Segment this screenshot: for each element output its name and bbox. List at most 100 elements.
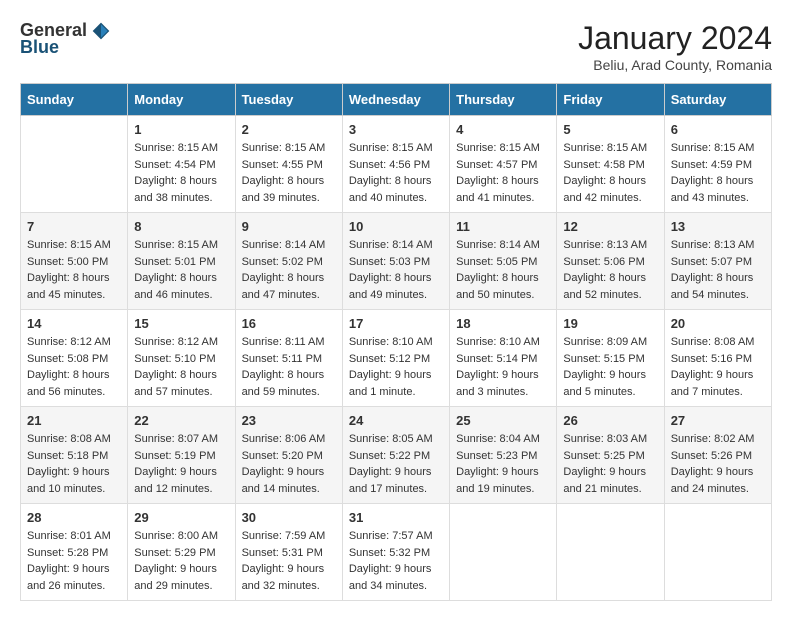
day-info: Sunrise: 8:15 AM Sunset: 4:55 PM Dayligh… (242, 140, 336, 206)
day-cell: 28Sunrise: 8:01 AM Sunset: 5:28 PM Dayli… (21, 504, 128, 601)
day-cell: 12 Sunrise: 8:13 AM Sunset: 5:06 PM Dayli… (557, 213, 664, 310)
day-number: 4 (456, 122, 550, 137)
day-cell: 15 Sunrise: 8:12 AM Sunset: 5:10 PM Dayli… (128, 310, 235, 407)
main-title: January 2024 (578, 20, 772, 57)
week-row-5: 28Sunrise: 8:01 AM Sunset: 5:28 PM Dayli… (21, 504, 772, 601)
day-info: Sunrise: 8:13 AM Sunset: 5:07 PM Dayligh… (671, 237, 765, 303)
day-cell: 11 Sunrise: 8:14 AM Sunset: 5:05 PM Dayli… (450, 213, 557, 310)
day-number: 29 (134, 510, 228, 525)
day-info: Sunrise: 8:15 AM Sunset: 4:56 PM Dayligh… (349, 140, 443, 206)
day-info: Sunrise: 8:07 AM Sunset: 5:19 PM Dayligh… (134, 431, 228, 497)
day-cell: 21Sunrise: 8:08 AM Sunset: 5:18 PM Dayli… (21, 407, 128, 504)
day-cell: 26Sunrise: 8:03 AM Sunset: 5:25 PM Dayli… (557, 407, 664, 504)
day-info: Sunrise: 8:04 AM Sunset: 5:23 PM Dayligh… (456, 431, 550, 497)
day-cell: 22Sunrise: 8:07 AM Sunset: 5:19 PM Dayli… (128, 407, 235, 504)
header-row: SundayMondayTuesdayWednesdayThursdayFrid… (21, 84, 772, 116)
day-number: 5 (563, 122, 657, 137)
day-number: 16 (242, 316, 336, 331)
day-number: 26 (563, 413, 657, 428)
day-number: 7 (27, 219, 121, 234)
header-day-monday: Monday (128, 84, 235, 116)
day-info: Sunrise: 8:15 AM Sunset: 5:00 PM Dayligh… (27, 237, 121, 303)
header-day-tuesday: Tuesday (235, 84, 342, 116)
header: General Blue January 2024 Beliu, Arad Co… (20, 20, 772, 73)
day-number: 3 (349, 122, 443, 137)
day-number: 14 (27, 316, 121, 331)
day-cell: 14 Sunrise: 8:12 AM Sunset: 5:08 PM Dayli… (21, 310, 128, 407)
day-number: 19 (563, 316, 657, 331)
subtitle: Beliu, Arad County, Romania (578, 57, 772, 73)
day-info: Sunrise: 8:15 AM Sunset: 4:58 PM Dayligh… (563, 140, 657, 206)
day-cell: 23 Sunrise: 8:06 AM Sunset: 5:20 PM Dayli… (235, 407, 342, 504)
day-info: Sunrise: 8:00 AM Sunset: 5:29 PM Dayligh… (134, 528, 228, 594)
week-row-4: 21Sunrise: 8:08 AM Sunset: 5:18 PM Dayli… (21, 407, 772, 504)
day-info: Sunrise: 8:14 AM Sunset: 5:02 PM Dayligh… (242, 237, 336, 303)
logo-blue: Blue (20, 37, 59, 58)
week-row-1: 1 Sunrise: 8:15 AM Sunset: 4:54 PM Daylig… (21, 116, 772, 213)
day-info: Sunrise: 8:15 AM Sunset: 5:01 PM Dayligh… (134, 237, 228, 303)
day-info: Sunrise: 8:06 AM Sunset: 5:20 PM Dayligh… (242, 431, 336, 497)
day-number: 30 (242, 510, 336, 525)
day-cell: 5 Sunrise: 8:15 AM Sunset: 4:58 PM Daylig… (557, 116, 664, 213)
day-cell: 24 Sunrise: 8:05 AM Sunset: 5:22 PM Dayli… (342, 407, 449, 504)
day-number: 2 (242, 122, 336, 137)
day-number: 12 (563, 219, 657, 234)
day-cell (21, 116, 128, 213)
day-number: 1 (134, 122, 228, 137)
day-cell (557, 504, 664, 601)
day-cell: 17Sunrise: 8:10 AM Sunset: 5:12 PM Dayli… (342, 310, 449, 407)
day-cell: 8 Sunrise: 8:15 AM Sunset: 5:01 PM Daylig… (128, 213, 235, 310)
week-row-3: 14 Sunrise: 8:12 AM Sunset: 5:08 PM Dayli… (21, 310, 772, 407)
day-number: 21 (27, 413, 121, 428)
day-cell: 7 Sunrise: 8:15 AM Sunset: 5:00 PM Daylig… (21, 213, 128, 310)
day-number: 17 (349, 316, 443, 331)
title-area: January 2024 Beliu, Arad County, Romania (578, 20, 772, 73)
day-info: Sunrise: 8:15 AM Sunset: 4:59 PM Dayligh… (671, 140, 765, 206)
day-cell (450, 504, 557, 601)
day-number: 18 (456, 316, 550, 331)
day-cell: 3 Sunrise: 8:15 AM Sunset: 4:56 PM Daylig… (342, 116, 449, 213)
day-info: Sunrise: 8:02 AM Sunset: 5:26 PM Dayligh… (671, 431, 765, 497)
day-cell: 13 Sunrise: 8:13 AM Sunset: 5:07 PM Dayli… (664, 213, 771, 310)
day-info: Sunrise: 8:14 AM Sunset: 5:05 PM Dayligh… (456, 237, 550, 303)
day-info: Sunrise: 8:10 AM Sunset: 5:14 PM Dayligh… (456, 334, 550, 400)
day-info: Sunrise: 8:12 AM Sunset: 5:10 PM Dayligh… (134, 334, 228, 400)
day-cell: 31Sunrise: 7:57 AM Sunset: 5:32 PM Dayli… (342, 504, 449, 601)
day-cell: 16Sunrise: 8:11 AM Sunset: 5:11 PM Dayli… (235, 310, 342, 407)
day-number: 20 (671, 316, 765, 331)
day-info: Sunrise: 8:13 AM Sunset: 5:06 PM Dayligh… (563, 237, 657, 303)
header-day-wednesday: Wednesday (342, 84, 449, 116)
day-info: Sunrise: 8:15 AM Sunset: 4:57 PM Dayligh… (456, 140, 550, 206)
day-number: 11 (456, 219, 550, 234)
day-number: 13 (671, 219, 765, 234)
day-cell: 29 Sunrise: 8:00 AM Sunset: 5:29 PM Dayli… (128, 504, 235, 601)
day-cell (664, 504, 771, 601)
day-number: 23 (242, 413, 336, 428)
logo-icon (91, 21, 111, 41)
day-number: 31 (349, 510, 443, 525)
day-info: Sunrise: 8:12 AM Sunset: 5:08 PM Dayligh… (27, 334, 121, 400)
day-info: Sunrise: 8:15 AM Sunset: 4:54 PM Dayligh… (134, 140, 228, 206)
day-info: Sunrise: 8:05 AM Sunset: 5:22 PM Dayligh… (349, 431, 443, 497)
day-cell: 10Sunrise: 8:14 AM Sunset: 5:03 PM Dayli… (342, 213, 449, 310)
day-cell: 2 Sunrise: 8:15 AM Sunset: 4:55 PM Daylig… (235, 116, 342, 213)
day-cell: 6Sunrise: 8:15 AM Sunset: 4:59 PM Daylig… (664, 116, 771, 213)
day-cell: 25 Sunrise: 8:04 AM Sunset: 5:23 PM Dayli… (450, 407, 557, 504)
header-day-sunday: Sunday (21, 84, 128, 116)
day-number: 9 (242, 219, 336, 234)
day-info: Sunrise: 8:08 AM Sunset: 5:16 PM Dayligh… (671, 334, 765, 400)
day-number: 8 (134, 219, 228, 234)
day-number: 10 (349, 219, 443, 234)
day-cell: 20 Sunrise: 8:08 AM Sunset: 5:16 PM Dayli… (664, 310, 771, 407)
week-row-2: 7 Sunrise: 8:15 AM Sunset: 5:00 PM Daylig… (21, 213, 772, 310)
day-cell: 30 Sunrise: 7:59 AM Sunset: 5:31 PM Dayli… (235, 504, 342, 601)
day-info: Sunrise: 8:01 AM Sunset: 5:28 PM Dayligh… (27, 528, 121, 594)
day-number: 27 (671, 413, 765, 428)
header-day-friday: Friday (557, 84, 664, 116)
day-number: 25 (456, 413, 550, 428)
day-number: 15 (134, 316, 228, 331)
day-number: 24 (349, 413, 443, 428)
header-day-saturday: Saturday (664, 84, 771, 116)
day-info: Sunrise: 7:59 AM Sunset: 5:31 PM Dayligh… (242, 528, 336, 594)
calendar-table: SundayMondayTuesdayWednesdayThursdayFrid… (20, 83, 772, 601)
